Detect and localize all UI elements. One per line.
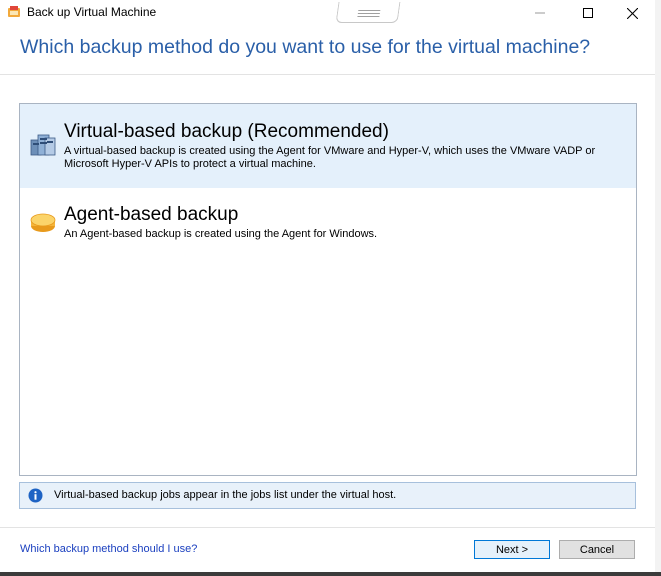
option-description: An Agent-based backup is created using t… [64, 228, 378, 240]
option-virtual-based-backup[interactable]: Virtual-based backup (Recommended) A vir… [20, 104, 636, 188]
close-icon [626, 7, 638, 19]
help-link[interactable]: Which backup method should I use? [20, 543, 197, 555]
next-button[interactable]: Next > [474, 540, 550, 559]
title-bar[interactable]: Back up Virtual Machine [0, 0, 655, 26]
backup-dialog-window: Back up Virtual Machine Which backup met… [0, 0, 656, 573]
maximize-icon [583, 8, 593, 18]
info-text: Virtual-based backup jobs appear in the … [54, 489, 397, 501]
info-bar: Virtual-based backup jobs appear in the … [19, 482, 636, 509]
option-description: A virtual-based backup is created using … [64, 145, 596, 170]
app-icon [8, 6, 20, 17]
option-title: Virtual-based backup (Recommended) [64, 121, 389, 142]
close-button[interactable] [610, 0, 654, 26]
snap-handle[interactable] [335, 2, 401, 23]
page-heading: Which backup method do you want to use f… [20, 36, 591, 58]
agent-disk-icon [30, 213, 56, 232]
minimize-icon [535, 12, 545, 14]
minimize-button[interactable] [518, 0, 562, 26]
virtual-server-icon [30, 134, 56, 156]
info-icon [28, 488, 43, 503]
option-title: Agent-based backup [64, 204, 239, 225]
cancel-button[interactable]: Cancel [559, 540, 635, 559]
maximize-button[interactable] [566, 0, 610, 26]
backup-method-list[interactable]: Virtual-based backup (Recommended) A vir… [19, 103, 637, 476]
background-window-edge [655, 0, 661, 576]
taskbar-edge [0, 572, 661, 576]
option-agent-based-backup[interactable]: Agent-based backup An Agent-based backup… [20, 192, 636, 242]
footer-divider [0, 527, 655, 528]
window-title: Back up Virtual Machine [27, 5, 157, 19]
header-divider [0, 74, 655, 75]
